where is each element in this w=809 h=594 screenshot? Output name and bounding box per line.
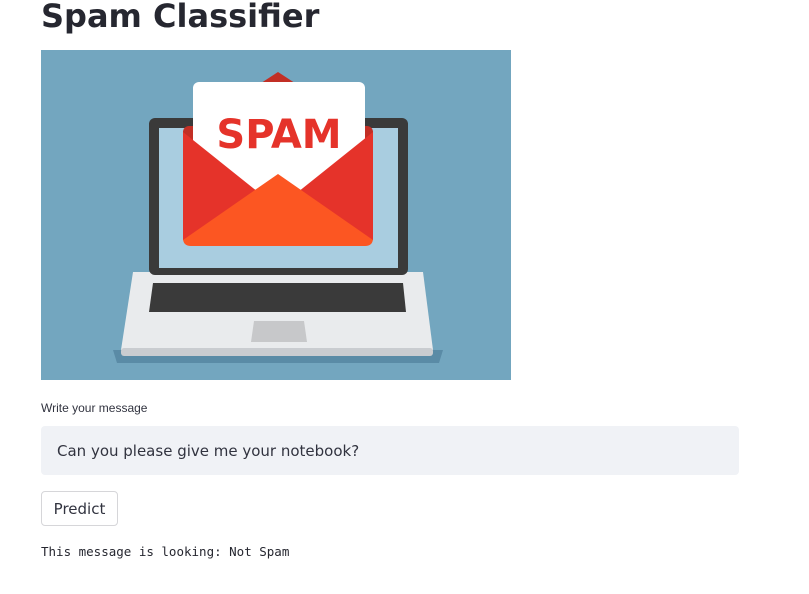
- predict-button[interactable]: Predict: [41, 491, 118, 526]
- app-page: Spam Classifier SPAM Write your message …: [0, 0, 809, 594]
- page-title: Spam Classifier: [41, 0, 320, 35]
- message-input-label: Write your message: [41, 401, 148, 415]
- message-input[interactable]: [41, 426, 739, 475]
- spam-paper-text: SPAM: [216, 112, 341, 158]
- spam-illustration-image: SPAM: [41, 50, 511, 380]
- prediction-result-text: This message is looking: Not Spam: [41, 544, 290, 559]
